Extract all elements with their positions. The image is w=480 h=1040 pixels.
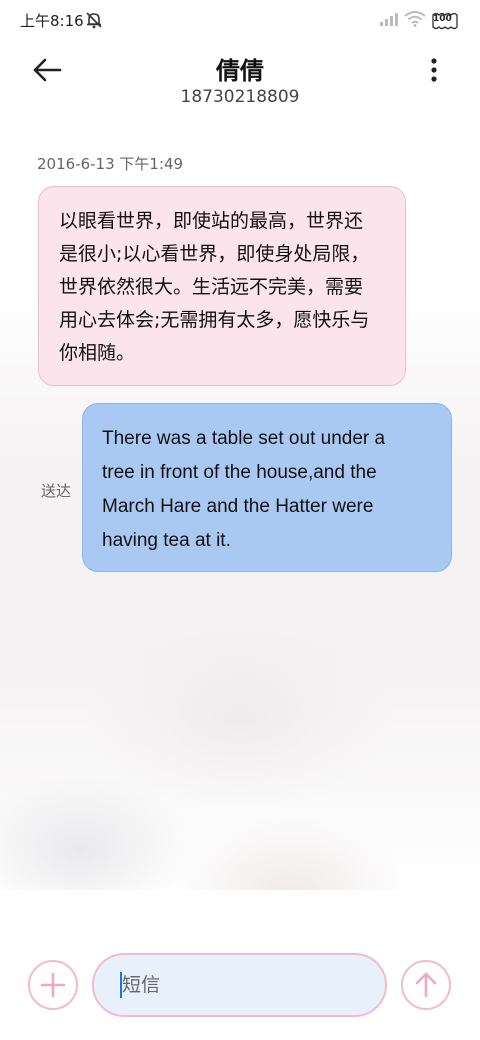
signal-icon xyxy=(379,12,399,26)
more-options-button[interactable] xyxy=(420,55,448,87)
plus-icon xyxy=(40,972,66,998)
battery-level: 100 xyxy=(433,14,452,24)
message-line: 你相随。 xyxy=(59,342,136,364)
add-attachment-button[interactable] xyxy=(28,960,78,1010)
contact-name: 倩倩 xyxy=(216,57,264,85)
delivery-status: 送达 xyxy=(41,482,72,500)
message-line: 以眼看世界，即使站的最高，世界还 xyxy=(59,210,364,232)
arrow-up-icon xyxy=(415,972,437,998)
status-time: 上午8:16 xyxy=(20,12,84,30)
message-line: There was a table set out under a xyxy=(102,428,386,449)
message-input[interactable] xyxy=(92,953,387,1017)
text-cursor xyxy=(120,972,122,998)
contact-number: 18730218809 xyxy=(180,87,300,107)
more-vertical-icon xyxy=(431,58,437,82)
mute-bell-icon xyxy=(84,11,104,29)
message-line: 用心去体会;无需拥有太多，愿快乐与 xyxy=(59,309,370,331)
conversation-header: 倩倩 18730218809 xyxy=(0,45,480,115)
send-button[interactable] xyxy=(401,960,451,1010)
outgoing-message-bubble[interactable]: There was a table set out under a tree i… xyxy=(82,403,452,572)
status-bar: 上午8:16 100 xyxy=(0,0,480,40)
composer-bar xyxy=(0,950,480,1030)
message-line: March Hare and the Hatter were xyxy=(102,496,374,517)
message-line: tree in front of the house,and the xyxy=(102,462,377,483)
wifi-icon xyxy=(404,11,426,27)
message-timestamp: 2016-6-13 下午1:49 xyxy=(37,155,184,173)
incoming-message-bubble[interactable]: 以眼看世界，即使站的最高，世界还 是很小;以心看世界，即使身处局限， 世界依然很… xyxy=(38,186,406,386)
message-line: having tea at it. xyxy=(102,530,231,551)
message-line: 世界依然很大。生活远不完美，需要 xyxy=(59,276,364,298)
message-line: 是很小;以心看世界，即使身处局限， xyxy=(59,243,370,265)
